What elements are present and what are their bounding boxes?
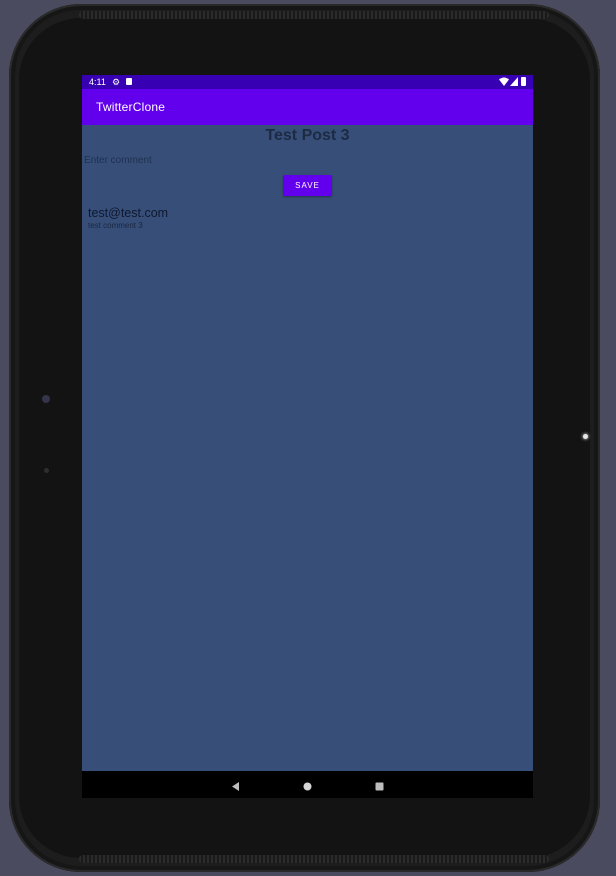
navigation-bar (82, 771, 533, 798)
sd-card-icon (126, 78, 132, 85)
back-icon[interactable] (230, 779, 241, 791)
status-time: 4:11 (89, 77, 106, 87)
comment-author: test@test.com (88, 206, 169, 220)
recents-icon[interactable] (374, 779, 385, 791)
sensor-dot (44, 468, 49, 473)
wifi-icon (499, 77, 509, 88)
status-bar: 4:11 ⚙ (82, 75, 533, 89)
comment-list-item[interactable]: test@test.com test comment 3 (88, 206, 168, 230)
gear-icon: ⚙ (112, 77, 121, 87)
comment-input[interactable] (84, 152, 524, 168)
battery-icon (521, 77, 526, 86)
post-title: Test Post 3 (265, 127, 350, 144)
app-bar: TwitterClone (82, 89, 533, 125)
sensor-dot (42, 395, 50, 403)
home-icon[interactable] (302, 779, 313, 791)
save-button[interactable]: SAVE (283, 175, 332, 196)
signal-icon (510, 77, 518, 88)
bottom-speaker-grille (79, 855, 549, 863)
front-camera (583, 434, 588, 439)
emulator-backdrop: 4:11 ⚙ TwitterClone Test Post 3 SAVE tes… (0, 0, 616, 876)
top-speaker-grille (79, 11, 549, 19)
app-title: TwitterClone (96, 100, 166, 114)
comment-text: test comment 3 (88, 221, 143, 230)
app-screen: 4:11 ⚙ TwitterClone Test Post 3 SAVE tes… (82, 75, 533, 798)
